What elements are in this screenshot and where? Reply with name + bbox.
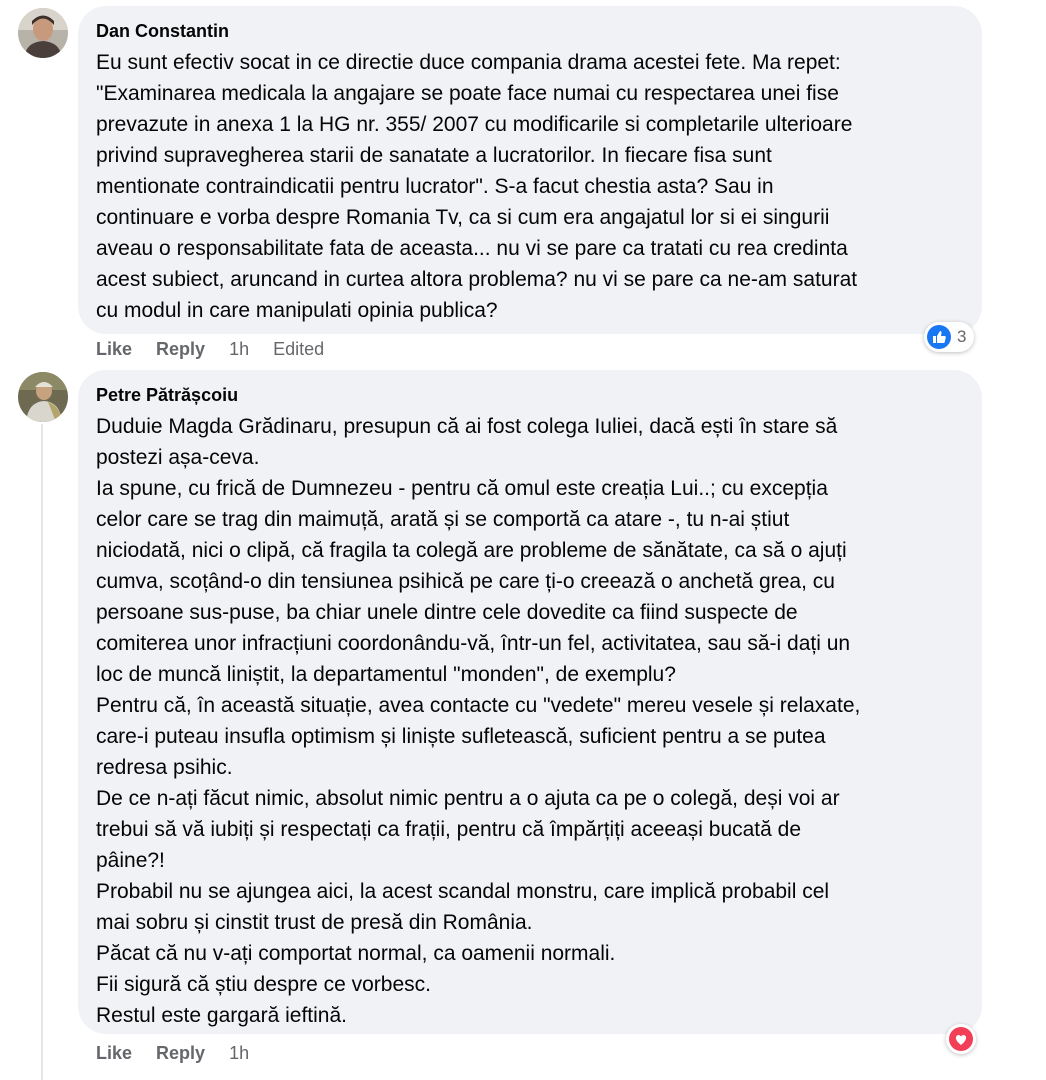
reaction-count: 3 — [957, 327, 967, 346]
comment-text: Eu sunt efectiv socat in ce directie duc… — [96, 51, 858, 322]
timestamp[interactable]: 1h — [229, 339, 249, 360]
love-icon — [949, 1027, 973, 1051]
timestamp[interactable]: 1h — [229, 1043, 249, 1064]
comment-actions: Like Reply 1h Edited — [96, 337, 348, 361]
like-button[interactable]: Like — [96, 1043, 132, 1064]
comment-actions: Like Reply 1h — [96, 1041, 273, 1065]
comment-text: Duduie Magda Grădinaru, presupun că ai f… — [96, 415, 861, 1027]
avatar[interactable] — [18, 8, 68, 58]
like-button[interactable]: Like — [96, 339, 132, 360]
thread-line — [41, 424, 43, 1080]
reaction-summary[interactable] — [946, 1024, 976, 1054]
comment-author[interactable]: Petre Pătrășcoiu — [96, 384, 962, 406]
like-icon — [927, 325, 951, 349]
reply-button[interactable]: Reply — [156, 339, 205, 360]
comment-bubble: Dan Constantin Eu sunt efectiv socat in … — [78, 6, 982, 334]
edited-label[interactable]: Edited — [273, 339, 324, 360]
reaction-summary[interactable]: 3 — [924, 322, 975, 352]
avatar[interactable] — [18, 372, 68, 422]
comment-bubble: Petre Pătrășcoiu Duduie Magda Grădinaru,… — [78, 370, 982, 1034]
comment-author[interactable]: Dan Constantin — [96, 20, 962, 42]
reply-button[interactable]: Reply — [156, 1043, 205, 1064]
